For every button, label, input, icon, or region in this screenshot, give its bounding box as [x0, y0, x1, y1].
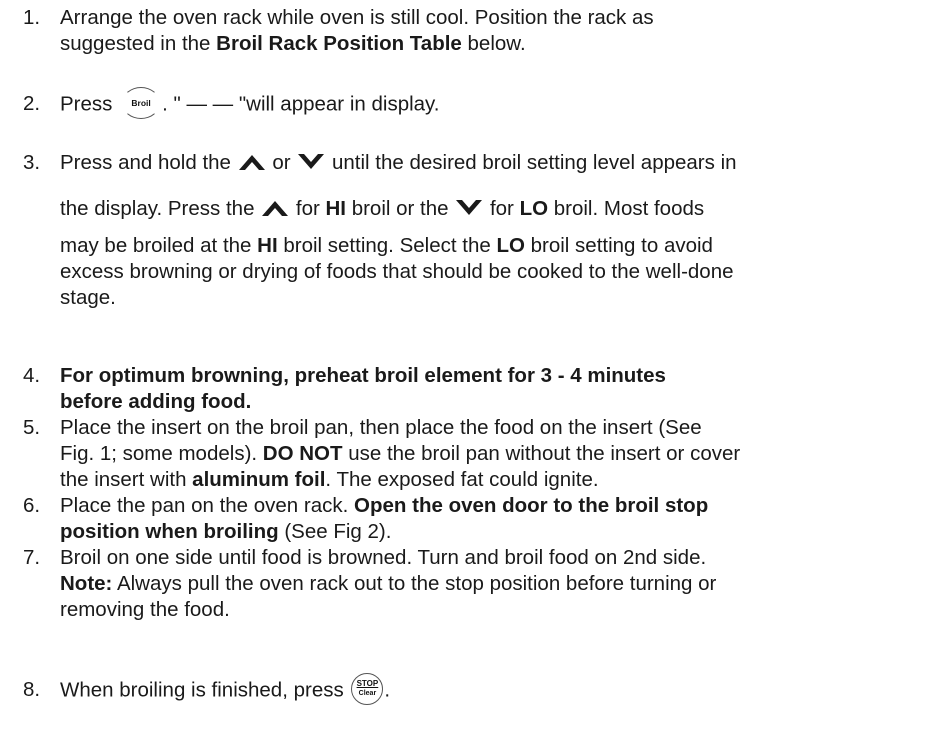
caret-up-icon: [238, 154, 265, 170]
step-line: Arrange the oven rack while oven is stil…: [60, 6, 654, 29]
caret-down-icon: [298, 153, 325, 170]
stop-clear-key-icon: STOP Clear: [351, 673, 384, 705]
step-text: Place the insert on the broil pan, then …: [60, 416, 741, 491]
step-text: For optimum browning, preheat broil elem…: [60, 364, 666, 413]
table-reference: Broil Rack Position Table: [216, 32, 462, 55]
step-number: 3.: [23, 151, 41, 174]
step-number: 2.: [23, 92, 41, 115]
step-number: 8.: [23, 678, 41, 701]
step-number: 7.: [23, 546, 41, 569]
broil-key-icon: Broil: [122, 87, 161, 119]
step-number: 5.: [23, 416, 41, 439]
step-text: Arrange the oven rack while oven is stil…: [60, 5, 930, 57]
step-text: When broiling is finished, press STOP Cle…: [60, 673, 930, 705]
step-line: suggested in the Broil Rack Position Tab…: [60, 32, 526, 55]
caret-down-icon: [456, 199, 483, 216]
step-number: 1.: [23, 6, 41, 29]
caret-up-icon: [262, 200, 289, 216]
step-text: Press Broil. " — — "will appear in displ…: [60, 87, 930, 119]
step-text: Place the pan on the oven rack. Open the…: [60, 494, 709, 543]
step-number: 6.: [23, 494, 41, 517]
step-number: 4.: [23, 364, 41, 387]
step-text: Broil on one side until food is browned.…: [60, 546, 717, 621]
step-text: Press and hold the or until the desired …: [60, 151, 737, 309]
